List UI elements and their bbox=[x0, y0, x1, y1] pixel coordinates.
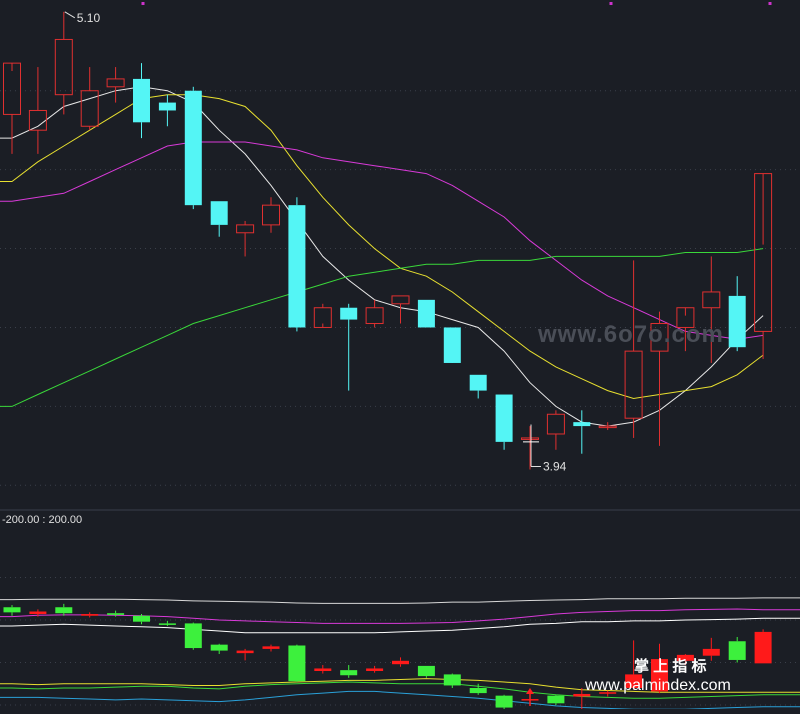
indicator-body bbox=[573, 693, 591, 697]
indicator-body bbox=[81, 614, 99, 616]
price-body bbox=[133, 78, 150, 123]
indicator-body bbox=[184, 623, 202, 649]
price-body bbox=[158, 102, 176, 111]
indicator-body bbox=[262, 646, 280, 649]
top-marker-dot bbox=[768, 2, 772, 5]
watermark-cn: 掌 上 指 标 bbox=[634, 657, 707, 675]
indicator-candle bbox=[417, 665, 435, 678]
indicator-body bbox=[29, 611, 47, 615]
watermark-main: www.6o7o.com bbox=[537, 321, 724, 348]
price-body bbox=[340, 307, 358, 320]
top-marker-dot bbox=[609, 2, 613, 5]
indicator-body bbox=[495, 695, 513, 708]
stock-chart: 5.10 3.94 -200.00 : 200.00 www.6o7o.com 掌… bbox=[0, 0, 800, 711]
indicator-candle bbox=[184, 622, 202, 650]
price-body bbox=[443, 327, 461, 363]
indicator-body bbox=[133, 615, 150, 622]
chart-background bbox=[0, 0, 800, 709]
price-body bbox=[573, 422, 591, 427]
chart-canvas: 5.10 3.94 -200.00 : 200.00 www.6o7o.com 掌… bbox=[0, 0, 800, 711]
indicator-body bbox=[158, 623, 176, 625]
indicator-body bbox=[417, 665, 435, 677]
indicator-body bbox=[392, 660, 409, 665]
indicator-body bbox=[547, 695, 565, 704]
indicator-body bbox=[728, 641, 746, 660]
indicator-body bbox=[288, 645, 306, 682]
indicator-body bbox=[366, 668, 384, 671]
price-candle bbox=[417, 299, 435, 328]
indicator-body bbox=[210, 644, 228, 651]
lower-header-label: -200.00 : 200.00 bbox=[2, 514, 82, 526]
price-body bbox=[184, 90, 202, 206]
price-candle bbox=[288, 197, 306, 332]
indicator-body bbox=[754, 631, 772, 664]
indicator-candle bbox=[288, 644, 306, 683]
price-candle bbox=[495, 394, 513, 450]
price-body bbox=[728, 295, 746, 348]
indicator-body bbox=[469, 688, 487, 694]
indicator-body bbox=[443, 674, 461, 686]
high-price-label: 5.10 bbox=[77, 11, 101, 25]
price-body bbox=[495, 394, 513, 442]
indicator-body bbox=[340, 670, 358, 676]
price-body bbox=[288, 205, 306, 328]
top-marker-dot bbox=[141, 2, 145, 5]
watermark-url: www.palmindex.com bbox=[584, 677, 731, 694]
indicator-body bbox=[236, 650, 254, 654]
price-body bbox=[469, 374, 487, 391]
price-candle bbox=[443, 327, 461, 363]
indicator-body bbox=[107, 613, 125, 615]
low-price-label: 3.94 bbox=[543, 459, 567, 473]
indicator-body bbox=[314, 668, 332, 671]
indicator-body bbox=[702, 648, 720, 656]
indicator-candle bbox=[495, 694, 513, 710]
price-body bbox=[210, 201, 228, 225]
indicator-candle bbox=[754, 629, 772, 664]
indicator-body bbox=[3, 607, 21, 613]
indicator-body bbox=[55, 607, 73, 614]
price-candle bbox=[184, 86, 202, 210]
price-body bbox=[417, 299, 435, 328]
